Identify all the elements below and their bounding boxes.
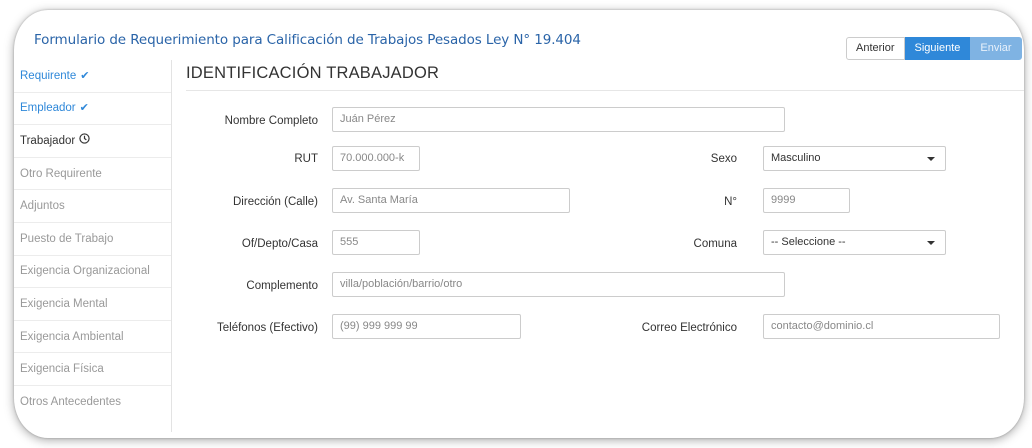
sidebar-item-requirente[interactable]: Requirente ✔ (14, 60, 171, 93)
sexo-select[interactable]: Masculino (763, 146, 946, 171)
sidebar-item-otro-requirente[interactable]: Otro Requirente (14, 158, 171, 191)
page-title: Formulario de Requerimiento para Calific… (34, 32, 581, 48)
sidebar-item-puesto-de-trabajo[interactable]: Puesto de Trabajo (14, 223, 171, 256)
sidebar-item-exigencia-mental[interactable]: Exigencia Mental (14, 288, 171, 321)
section-title: IDENTIFICACIÓN TRABAJADOR (186, 64, 440, 82)
clock-icon (79, 125, 90, 157)
sidebar-item-trabajador[interactable]: Trabajador (14, 125, 171, 158)
form-card: Formulario de Requerimiento para Calific… (14, 10, 1024, 438)
rut-label: RUT (294, 153, 318, 165)
direccion-input[interactable]: Av. Santa María (332, 188, 570, 213)
submit-button[interactable]: Enviar (970, 37, 1022, 60)
check-icon: ✔ (80, 69, 90, 82)
sidebar-item-exigencia-ambiental[interactable]: Exigencia Ambiental (14, 321, 171, 354)
previous-button[interactable]: Anterior (846, 37, 905, 60)
rut-input[interactable]: 70.000.000-k (332, 146, 420, 171)
sidebar-item-exigencia-organizacional[interactable]: Exigencia Organizacional (14, 256, 171, 289)
sidebar-item-label: Adjuntos (20, 200, 65, 213)
correo-input[interactable]: contacto@dominio.cl (763, 314, 1000, 339)
telefonos-label: Teléfonos (Efectivo) (217, 322, 318, 334)
correo-label: Correo Electrónico (641, 322, 737, 334)
direccion-label: Dirección (Calle) (233, 196, 318, 208)
comuna-select[interactable]: -- Seleccione -- (763, 230, 946, 255)
ofdepto-input[interactable]: 555 (332, 230, 420, 255)
sidebar-item-label: Puesto de Trabajo (20, 232, 114, 245)
check-icon: ✔ (79, 102, 89, 115)
comuna-label: Comuna (693, 238, 737, 250)
sidebar-item-label: Empleador (20, 102, 76, 115)
comuna-select-value: -- Seleccione -- (771, 236, 846, 248)
sexo-select-value: Masculino (771, 152, 821, 164)
complemento-input[interactable]: villa/población/barrio/otro (332, 272, 785, 297)
section-divider (186, 90, 1024, 91)
wizard-nav: Anterior Siguiente Enviar (846, 37, 1022, 60)
sidebar-item-exigencia-fisica[interactable]: Exigencia Física (14, 353, 171, 386)
chevron-down-icon (927, 157, 935, 161)
numero-input[interactable]: 9999 (763, 188, 850, 213)
sidebar-item-label: Requirente (20, 69, 77, 82)
nombre-label: Nombre Completo (224, 115, 318, 127)
next-button[interactable]: Siguiente (904, 37, 971, 60)
steps-sidebar: Requirente ✔ Empleador ✔ Trabajador Otro… (14, 60, 172, 432)
chevron-down-icon (927, 241, 935, 245)
sidebar-item-label: Exigencia Ambiental (20, 330, 124, 343)
sidebar-item-label: Exigencia Mental (20, 297, 108, 310)
telefonos-input[interactable]: (99) 999 999 99 (332, 314, 521, 339)
sidebar-item-label: Otro Requirente (20, 167, 102, 180)
sidebar-item-otros-antecedentes[interactable]: Otros Antecedentes (14, 386, 171, 419)
sexo-label: Sexo (710, 153, 737, 165)
sidebar-item-label: Exigencia Física (20, 363, 104, 376)
sidebar-item-label: Otros Antecedentes (20, 396, 122, 409)
ofdepto-label: Of/Depto/Casa (241, 238, 318, 250)
nombre-input[interactable]: Juán Pérez (332, 107, 785, 132)
complemento-label: Complemento (246, 280, 318, 292)
sidebar-item-empleador[interactable]: Empleador ✔ (14, 93, 171, 126)
sidebar-item-label: Trabajador (20, 134, 76, 147)
sidebar-item-label: Exigencia Organizacional (20, 265, 150, 278)
sidebar-item-adjuntos[interactable]: Adjuntos (14, 190, 171, 223)
numero-label: N° (724, 196, 737, 208)
